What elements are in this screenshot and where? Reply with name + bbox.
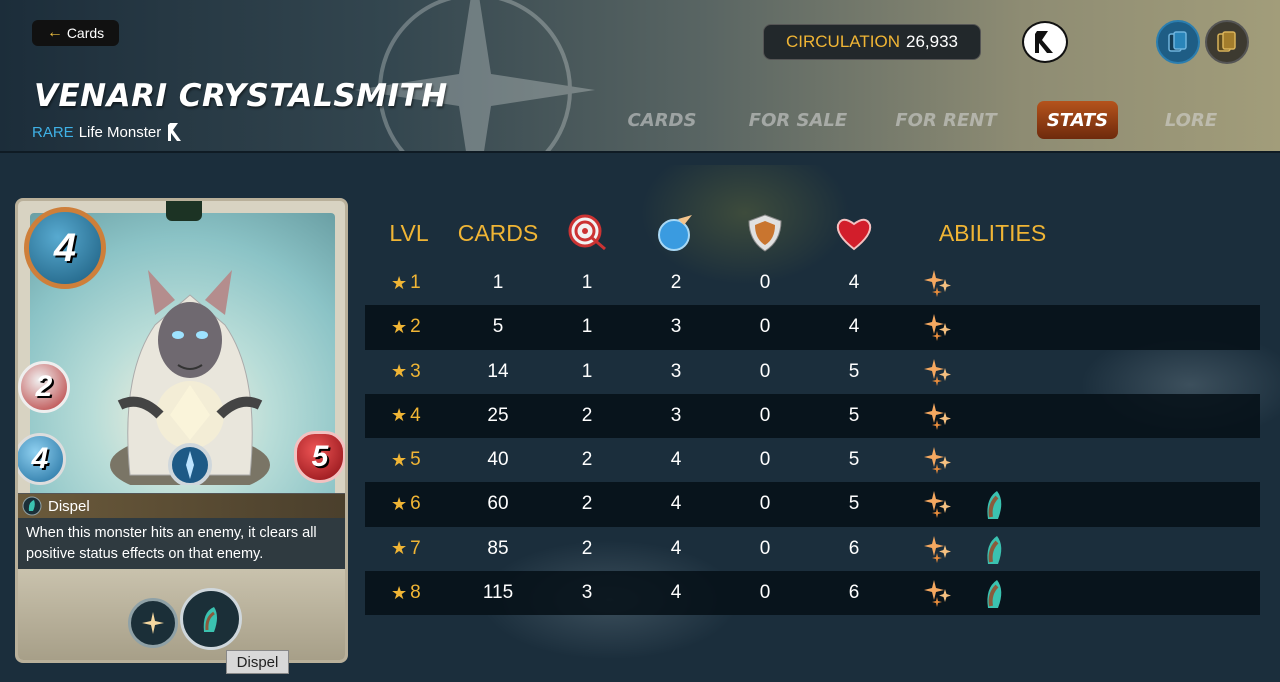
back-to-cards-button[interactable]: ← Cards (32, 20, 119, 46)
armor-shield-icon (748, 214, 782, 252)
header-level: LVL (389, 219, 429, 246)
tab-stats[interactable]: STATS (1037, 101, 1118, 139)
melee-attack-orb: 2 (18, 361, 70, 413)
header-cards: CARDS (457, 219, 539, 246)
circulation-badge: CIRCULATION 26,933 (763, 24, 981, 60)
table-row: ★ 2 5 1 3 0 4 (365, 305, 1260, 350)
table-row: ★ 7 85 2 4 0 6 (365, 527, 1260, 571)
tab-for-rent[interactable]: FOR RENT (895, 101, 997, 139)
tab-for-sale[interactable]: FOR SALE (748, 101, 848, 139)
abilities-cell (365, 438, 1245, 482)
ability-description-box: Dispel When this monster hits an enemy, … (18, 493, 345, 569)
sparkle-ability-icon[interactable] (923, 488, 955, 520)
monster-card: 4 2 4 5 Dispel When this monster hits an… (15, 198, 348, 663)
edition-badge-icon[interactable] (1022, 21, 1068, 63)
ability-description: When this monster hits an enemy, it clea… (26, 525, 317, 562)
table-row: ★ 5 40 2 4 0 5 (365, 438, 1260, 482)
health-orb: 5 (294, 431, 345, 483)
ability-name-bar: Dispel (18, 494, 345, 518)
table-row: ★ 3 14 1 3 0 5 (365, 350, 1260, 394)
gold-cards-stack-icon (1217, 31, 1236, 52)
table-row: ★ 6 60 2 4 0 5 (365, 482, 1260, 527)
abilities-cell (365, 394, 1245, 438)
card-abilities-footer (18, 569, 345, 660)
dispel-ability-icon (22, 496, 42, 516)
abilities-cell (365, 305, 1245, 349)
shield-icon (740, 205, 790, 261)
target-icon (562, 205, 612, 261)
table-body: ★ 1 1 1 2 0 4 ★ 2 5 1 3 0 4 ★ 3 14 1 3 0 5 ★ 4 25 2 3 0 5 ★ 5 40 2 4 0 5 ★ 6… (365, 261, 1260, 616)
dispel-ability-icon[interactable] (979, 576, 1011, 610)
speed-icon (658, 215, 692, 251)
sparkle-ability-icon[interactable] (923, 533, 955, 565)
cards-stack-icon (1168, 31, 1187, 52)
dispel-ability-icon[interactable] (979, 532, 1011, 566)
sparkle-ability-icon[interactable] (128, 598, 178, 648)
tab-bar: CARDS FOR SALE FOR RENT STATS LORE (0, 101, 1280, 141)
sparkle-ability-icon[interactable] (923, 577, 955, 609)
ability-name: Dispel (48, 497, 90, 515)
life-element-emblem-icon (166, 201, 202, 221)
gold-foil-view-button[interactable] (1205, 20, 1249, 64)
rebellion-logo-icon (1035, 31, 1053, 53)
circulation-label: CIRCULATION (786, 32, 900, 51)
venari-crystalsmith-portrait (110, 270, 270, 485)
table-header-row: LVL CARDS ABILITIES (365, 205, 1260, 261)
sparkle-ability-icon[interactable] (923, 267, 955, 299)
abilities-cell (365, 350, 1245, 394)
speed-orb-icon (651, 205, 701, 261)
table-row: ★ 4 25 2 3 0 5 (365, 393, 1260, 439)
tab-cards[interactable]: CARDS (622, 101, 702, 139)
heart-icon (829, 205, 879, 261)
abilities-cell (365, 261, 1245, 305)
dispel-ability-icon[interactable] (979, 487, 1011, 521)
dispel-ability-icon[interactable] (180, 588, 242, 650)
dispel-icon (203, 607, 217, 632)
abilities-cell (365, 571, 1245, 615)
health-heart-icon (836, 218, 872, 251)
abilities-cell (365, 482, 1245, 526)
table-row: ★ 8 115 3 4 0 6 (365, 571, 1260, 616)
tab-lore[interactable]: LORE (1158, 101, 1224, 139)
header-abilities: ABILITIES (938, 219, 1047, 246)
arrow-left-icon: ← (46, 24, 63, 41)
abilities-cell (365, 527, 1245, 571)
back-button-label: Cards (66, 25, 105, 41)
sparkle-ability-icon[interactable] (923, 356, 955, 388)
speed-orb: 4 (18, 433, 66, 485)
level-stats-table: LVL CARDS ABILITIES ★ 1 1 1 2 0 4 ★ 2 5 … (365, 205, 1260, 616)
table-row: ★ 1 1 1 2 0 4 (365, 261, 1260, 305)
sparkle-ability-icon[interactable] (923, 444, 955, 476)
header-bar: ← Cards VENARI CRYSTALSMITH RARE Life Mo… (0, 0, 1280, 153)
regular-cards-view-button[interactable] (1156, 20, 1200, 64)
sparkle-ability-icon[interactable] (923, 400, 955, 432)
sparkle-icon (142, 612, 164, 634)
melee-target-icon (568, 214, 606, 251)
sparkle-ability-icon[interactable] (923, 311, 955, 343)
ability-tooltip: Dispel (226, 650, 289, 674)
circulation-value: 26,933 (905, 32, 958, 51)
mana-cost-orb: 4 (24, 207, 106, 289)
